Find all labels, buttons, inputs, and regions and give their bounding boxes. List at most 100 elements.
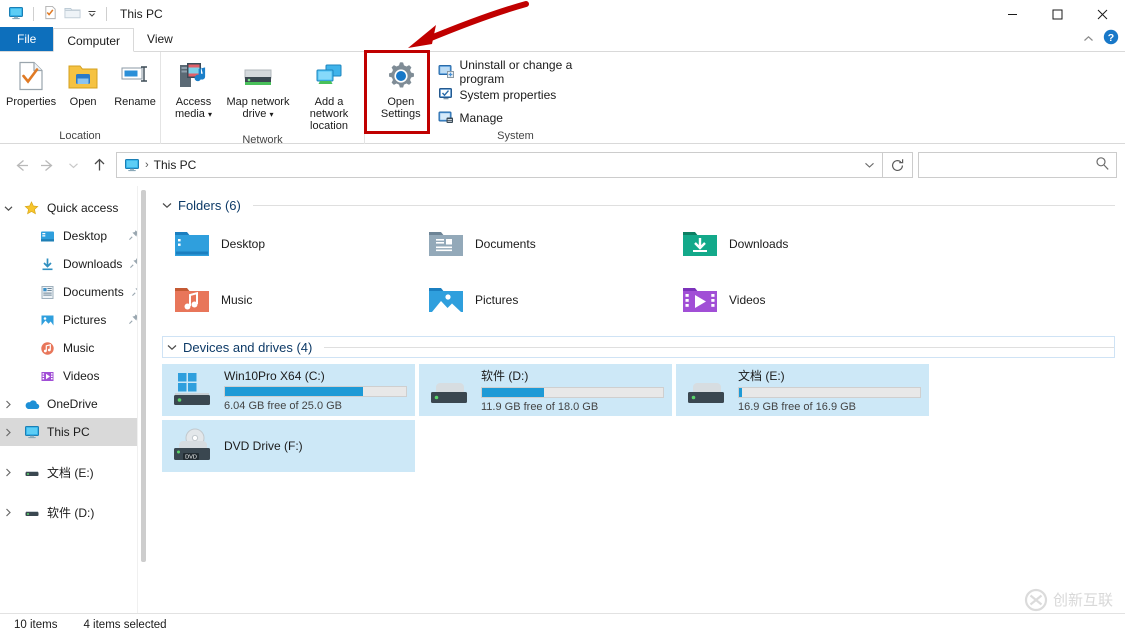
sidebar-item-desktop[interactable]: Desktop: [0, 222, 148, 250]
ribbon-group-system-label: System: [365, 128, 610, 144]
manage-button[interactable]: Manage: [433, 108, 610, 128]
new-folder-icon[interactable]: [64, 5, 81, 23]
back-button[interactable]: [8, 152, 34, 178]
drive-item-c[interactable]: Win10Pro X64 (C:) 6.04 GB free of 25.0 G…: [162, 364, 415, 416]
search-box[interactable]: [918, 152, 1117, 178]
breadcrumb-this-pc[interactable]: This PC: [154, 158, 197, 172]
breadcrumb-bar[interactable]: › This PC: [116, 152, 883, 178]
properties-label: Properties: [6, 96, 56, 108]
sidebar-item-this-pc[interactable]: This PC: [0, 418, 148, 446]
search-icon[interactable]: [1095, 156, 1110, 174]
status-selection-count: 4 items selected: [83, 619, 166, 631]
up-button[interactable]: [86, 152, 112, 178]
uninstall-program-button[interactable]: Uninstall or change a program: [433, 62, 610, 82]
folder-name: Documents: [475, 237, 536, 251]
this-pc-icon[interactable]: [8, 5, 24, 24]
open-settings-label: Open Settings: [375, 96, 427, 120]
sidebar-label: This PC: [47, 425, 90, 439]
folder-item-downloads[interactable]: Downloads: [670, 222, 924, 266]
map-network-drive-button[interactable]: Map network drive ▾: [222, 57, 294, 121]
sidebar-label: Pictures: [63, 313, 106, 327]
music-icon: [39, 341, 56, 356]
drives-section-header[interactable]: Devices and drives (4): [162, 336, 1115, 358]
chevron-up-icon[interactable]: [1083, 32, 1094, 46]
drive-free-space: 16.9 GB free of 16.9 GB: [738, 401, 921, 413]
drive-info: DVD Drive (F:): [224, 439, 407, 453]
system-small-commands: Uninstall or change a program System pro…: [427, 57, 610, 128]
drive-usage-fill: [739, 388, 742, 397]
drive-info: 软件 (D:) 11.9 GB free of 18.0 GB: [481, 367, 664, 413]
chevron-down-icon[interactable]: [167, 344, 177, 351]
access-media-button[interactable]: Access media ▾: [165, 57, 222, 121]
this-pc-icon: [124, 157, 140, 173]
folder-item-videos[interactable]: Videos: [670, 278, 924, 322]
hdd-icon: [685, 371, 729, 410]
ribbon-group-network: Access media ▾ Map network drive ▾ Add a…: [160, 52, 364, 144]
sidebar-item-pictures[interactable]: Pictures: [0, 306, 148, 334]
chevron-right-icon[interactable]: [0, 400, 16, 409]
drive-item-f[interactable]: DVD DVD Drive (F:): [162, 420, 415, 472]
close-button[interactable]: [1080, 0, 1125, 28]
chevron-right-icon[interactable]: [0, 428, 16, 437]
open-button[interactable]: Open: [58, 57, 108, 108]
sidebar-item-videos[interactable]: Videos: [0, 362, 148, 390]
chevron-down-icon[interactable]: [162, 202, 172, 209]
sidebar-item-drive-d[interactable]: 软件 (D:): [0, 498, 148, 526]
tab-computer[interactable]: Computer: [53, 28, 134, 52]
uninstall-program-label: Uninstall or change a program: [460, 58, 605, 86]
file-list-pane: Folders (6) Desktop Documents Downloads …: [148, 186, 1125, 613]
minimize-button[interactable]: [990, 0, 1035, 28]
customize-qat-caret[interactable]: [87, 7, 97, 21]
sidebar-item-downloads[interactable]: Downloads: [0, 250, 148, 278]
drive-item-e[interactable]: 文档 (E:) 16.9 GB free of 16.9 GB: [676, 364, 929, 416]
folder-name: Desktop: [221, 237, 265, 251]
folder-item-documents[interactable]: Documents: [416, 222, 670, 266]
recent-locations-button[interactable]: [60, 152, 86, 178]
open-settings-button[interactable]: Open Settings: [375, 57, 427, 120]
videos-icon: [39, 369, 56, 384]
main-area: Quick access Desktop Downloads Documents…: [0, 186, 1125, 613]
sidebar-label: 软件 (D:): [47, 504, 94, 521]
search-input[interactable]: [927, 158, 1095, 172]
folder-item-pictures[interactable]: Pictures: [416, 278, 670, 322]
sidebar-scrollbar[interactable]: [137, 186, 148, 613]
folder-item-desktop[interactable]: Desktop: [162, 222, 416, 266]
windows-drive-icon: [171, 371, 215, 410]
sidebar-item-music[interactable]: Music: [0, 334, 148, 362]
add-network-location-button[interactable]: Add a network location: [294, 57, 364, 132]
maximize-button[interactable]: [1035, 0, 1080, 28]
chevron-right-icon[interactable]: [0, 508, 16, 517]
settings-gear-icon: [384, 60, 418, 92]
tab-view[interactable]: View: [134, 27, 186, 51]
drive-item-d[interactable]: 软件 (D:) 11.9 GB free of 18.0 GB: [419, 364, 672, 416]
drive-icon: [23, 506, 40, 518]
sidebar-item-drive-e[interactable]: 文档 (E:): [0, 458, 148, 486]
tab-file[interactable]: File: [0, 27, 53, 51]
dvd-drive-icon: DVD: [171, 427, 215, 466]
breadcrumb-dropdown-button[interactable]: [858, 153, 880, 177]
window-title: This PC: [120, 7, 163, 21]
pictures-icon: [39, 313, 56, 328]
chevron-down-icon[interactable]: [0, 205, 16, 212]
forward-button[interactable]: [34, 152, 60, 178]
help-icon[interactable]: ?: [1103, 29, 1119, 48]
sidebar-item-documents[interactable]: Documents: [0, 278, 148, 306]
sidebar-scrollbar-thumb[interactable]: [141, 190, 146, 562]
svg-text:?: ?: [1108, 32, 1114, 44]
refresh-button[interactable]: [883, 152, 913, 178]
system-properties-button[interactable]: System properties: [433, 85, 610, 105]
drive-name: Win10Pro X64 (C:): [224, 369, 407, 383]
folder-documents-icon: [428, 228, 464, 261]
folder-item-music[interactable]: Music: [162, 278, 416, 322]
sidebar-label: Desktop: [63, 229, 107, 243]
folders-section-header[interactable]: Folders (6): [162, 194, 1115, 216]
sidebar-item-onedrive[interactable]: OneDrive: [0, 390, 148, 418]
chevron-right-icon[interactable]: [0, 468, 16, 477]
sidebar-item-quick-access[interactable]: Quick access: [0, 194, 148, 222]
ribbon-tab-strip: File Computer View ?: [0, 28, 1125, 52]
manage-label: Manage: [460, 111, 503, 125]
properties-icon: [16, 60, 46, 92]
properties-icon[interactable]: [43, 5, 58, 23]
rename-button[interactable]: Rename: [110, 57, 160, 108]
properties-button[interactable]: Properties: [6, 57, 56, 108]
